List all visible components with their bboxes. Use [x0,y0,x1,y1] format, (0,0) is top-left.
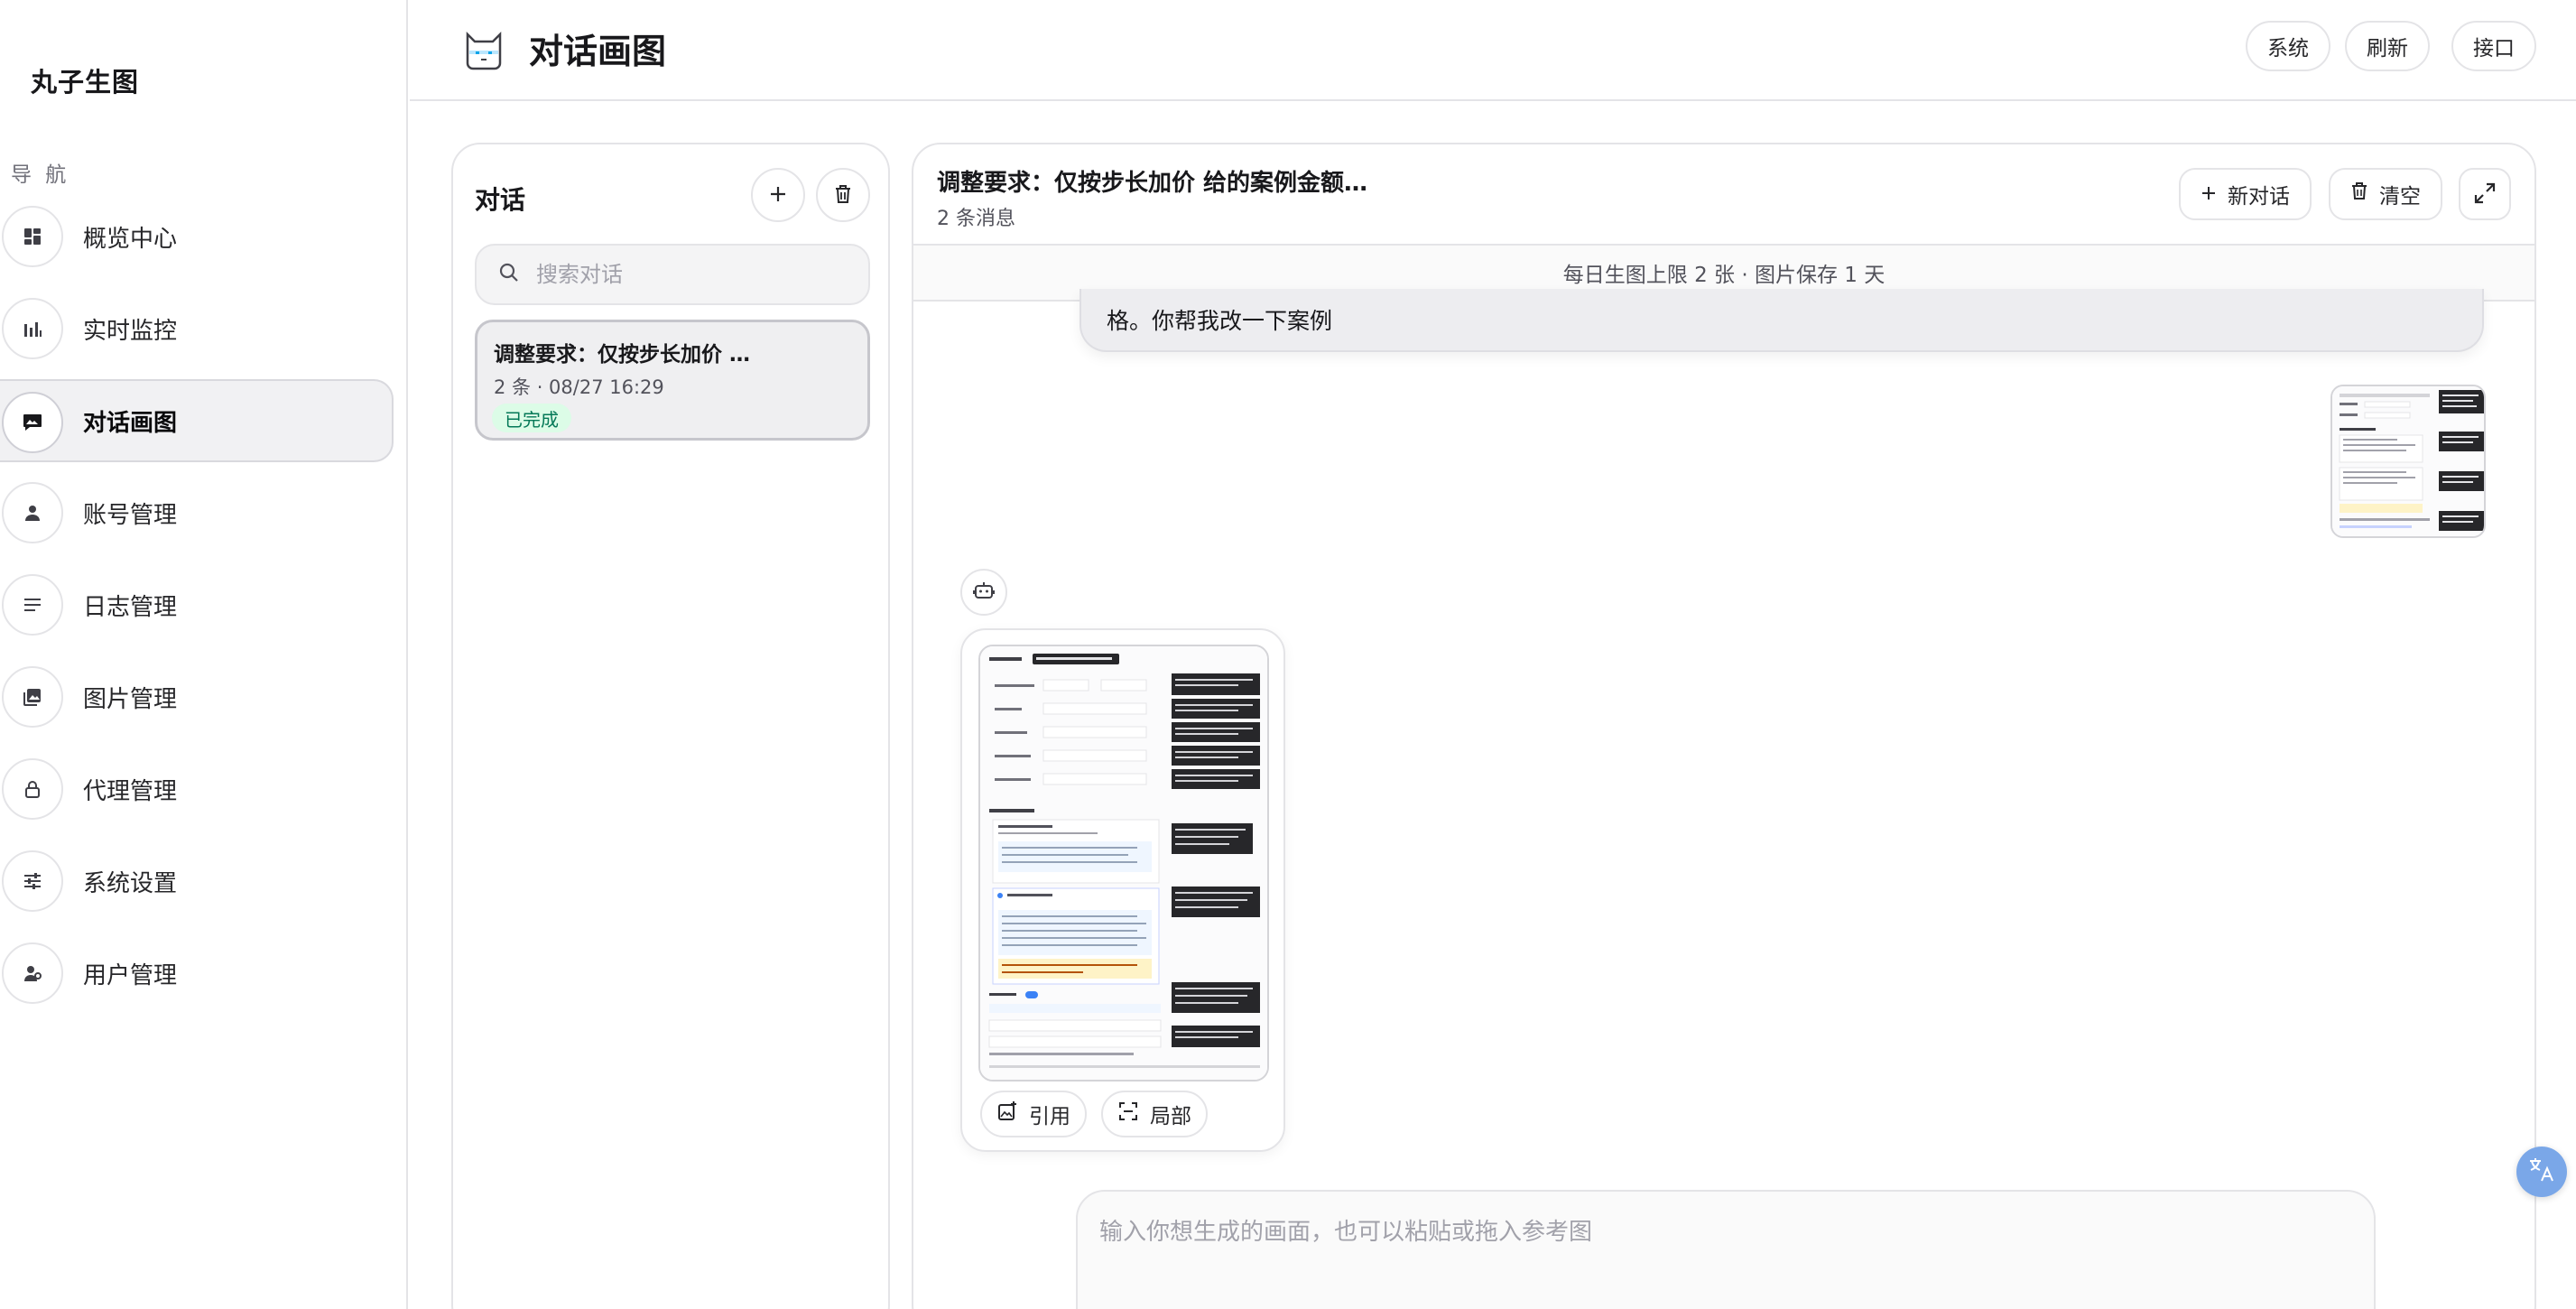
brand-title: 丸子生图 [31,67,140,97]
sidebar-item-accounts[interactable]: 账号管理 [0,471,397,554]
message-count: 2 条消息 [937,208,1015,230]
sidebar-item-label: 对话画图 [83,409,178,437]
chat-panel: 调整要求：仅按步长加价 给的案例金额… 2 条消息 新对话 清空 每日生图上限 … [912,143,2536,1309]
sliders-icon [2,850,63,912]
api-button[interactable]: 接口 [2451,21,2536,71]
sidebar-item-label: 实时监控 [83,317,178,345]
generated-image[interactable] [978,645,1269,1082]
robot-icon [972,579,996,606]
nav-heading: 导 航 [11,163,70,187]
sidebar-item-label: 账号管理 [83,501,178,529]
quote-label: 引用 [1029,1104,1070,1128]
sidebar-item-label: 代理管理 [83,777,178,805]
list-icon [2,574,63,636]
sidebar-item-chat-draw[interactable]: 对话画图 [0,379,394,462]
conversation-search[interactable] [475,244,870,305]
assistant-avatar [960,569,1007,616]
bar-chart-icon [2,298,63,359]
cat-logo-icon [460,25,507,72]
sidebar: 丸子生图 导 航 概览中心 实时监控 对话画图 账号管理 日志管理 图片管理 代… [0,0,408,1309]
crop-frame-icon [1117,1100,1139,1128]
new-conversation-label: 新对话 [2228,184,2290,208]
user-message-bubble: 格。你帮我改一下案例 [1080,289,2484,352]
search-input[interactable] [536,262,843,287]
plus-icon [2201,182,2217,207]
sidebar-item-label: 概览中心 [83,225,178,253]
conversation-meta: 2 条 · 08/27 16:29 [494,376,664,398]
sidebar-item-label: 系统设置 [83,869,178,897]
image-gallery-icon [2,666,63,728]
lock-icon [2,758,63,820]
sidebar-item-overview[interactable]: 概览中心 [0,195,397,278]
sidebar-item-label: 日志管理 [83,593,178,621]
partial-label: 局部 [1150,1104,1191,1128]
chat-title: 调整要求：仅按步长加价 给的案例金额… [937,170,1368,197]
clear-chat-button[interactable]: 清空 [2329,168,2442,220]
page-title: 对话画图 [529,31,667,71]
new-conversation-button[interactable]: 新对话 [2179,168,2312,220]
dashboard-icon [2,206,63,267]
clear-chat-label: 清空 [2379,184,2421,208]
chat-image-icon [2,392,63,453]
refresh-button[interactable]: 刷新 [2345,21,2430,71]
sidebar-item-label: 用户管理 [83,961,178,989]
fullscreen-button[interactable] [2459,168,2511,220]
quote-image-button[interactable]: 引用 [980,1091,1087,1137]
partial-edit-button[interactable]: 局部 [1101,1091,1208,1137]
system-button[interactable]: 系统 [2246,21,2330,71]
user-manage-icon [2,942,63,1004]
sidebar-item-settings[interactable]: 系统设置 [0,840,397,923]
translate-icon [2527,1156,2556,1188]
user-reference-image[interactable] [2330,385,2486,538]
add-conversation-button[interactable] [751,168,805,222]
trash-icon [2350,181,2368,207]
generated-image-thumbnail [980,646,1267,1080]
sidebar-item-users[interactable]: 用户管理 [0,932,397,1015]
sidebar-item-monitor[interactable]: 实时监控 [0,287,397,370]
prompt-composer [1076,1190,2376,1309]
trash-icon [833,183,853,208]
sidebar-item-images[interactable]: 图片管理 [0,655,397,738]
expand-icon [2473,181,2497,208]
sidebar-nav: 概览中心 实时监控 对话画图 账号管理 日志管理 图片管理 代理管理 系统设置 … [0,195,397,1024]
assistant-image-card: 引用 局部 [960,628,1285,1152]
plus-icon [768,184,788,207]
delete-conversations-button[interactable] [816,168,870,222]
conversation-list-item[interactable]: 调整要求：仅按步长加价 … 2 条 · 08/27 16:29 已完成 [475,320,870,441]
conversation-panel-title: 对话 [475,185,526,215]
top-bar: 对话画图 系统 刷新 接口 [410,0,2576,101]
sidebar-item-proxy[interactable]: 代理管理 [0,747,397,831]
person-icon [2,482,63,543]
prompt-input[interactable] [1099,1213,2345,1267]
image-quote-icon [996,1100,1018,1128]
conversation-panel: 对话 调整要求：仅按步长加价 … 2 条 · 08/27 16:29 已完成 [451,143,890,1309]
translate-button[interactable] [2516,1147,2567,1197]
reference-image-thumbnail [2332,386,2484,536]
sidebar-item-label: 图片管理 [83,685,178,713]
sidebar-item-logs[interactable]: 日志管理 [0,563,397,646]
search-icon [498,262,520,287]
status-badge: 已完成 [492,404,571,432]
conversation-title: 调整要求：仅按步长加价 … [494,343,751,367]
